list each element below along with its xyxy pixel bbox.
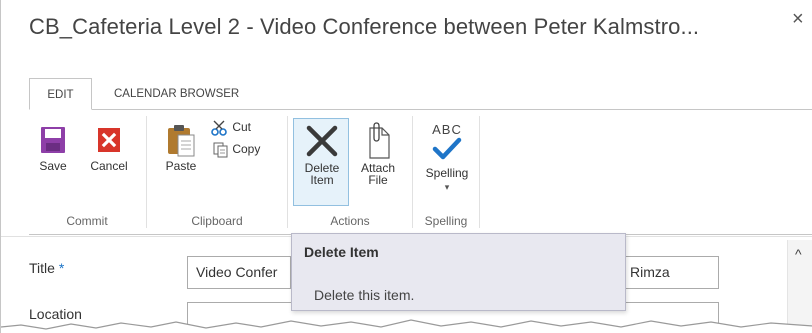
- actions-group: Delete Item Attach File Actions: [288, 110, 412, 234]
- spelling-group-label: Spelling: [424, 214, 468, 228]
- cancel-label: Cancel: [90, 159, 128, 173]
- save-button[interactable]: Save: [35, 126, 71, 172]
- title-label-text: Title: [29, 260, 55, 276]
- ribbon: Save Cancel Commit Paste Cut Copy Clipbo…: [29, 109, 812, 235]
- group-divider: [479, 116, 480, 228]
- cancel-button[interactable]: Cancel: [87, 126, 131, 172]
- torn-edge-decoration: [1, 319, 812, 333]
- scissors-icon: [211, 120, 227, 136]
- title-input-left[interactable]: Video Confer: [187, 256, 291, 289]
- cut-label: Cut: [232, 120, 252, 135]
- paste-button[interactable]: Paste: [161, 122, 201, 172]
- attach-label-line2: File: [368, 173, 388, 187]
- actions-group-label: Actions: [330, 214, 370, 228]
- tab-edit[interactable]: EDIT: [29, 78, 92, 110]
- attach-file-button[interactable]: Attach File: [352, 122, 404, 186]
- cancel-icon: [98, 128, 120, 152]
- tab-calendar-browser[interactable]: CALENDAR BROWSER: [102, 78, 251, 110]
- clipboard-group-label: Clipboard: [191, 214, 243, 228]
- tooltip-body: Delete this item.: [314, 287, 415, 303]
- delete-x-icon: [306, 125, 338, 157]
- paste-icon: [168, 125, 195, 157]
- clipboard-group: Paste Cut Copy Clipboard: [147, 110, 287, 234]
- commit-group: Save Cancel Commit: [29, 110, 145, 234]
- title-field-label: Title *: [29, 260, 64, 276]
- copy-label: Copy: [232, 142, 261, 157]
- paste-label: Paste: [165, 159, 197, 173]
- spelling-button[interactable]: ABC Spelling ▾: [419, 122, 475, 193]
- delete-label-line2: Item: [310, 173, 334, 187]
- commit-group-label: Commit: [66, 214, 108, 228]
- save-label: Save: [39, 159, 67, 173]
- save-icon: [41, 127, 65, 153]
- title-input-right[interactable]: Rimza: [621, 256, 719, 289]
- checkmark-icon: [432, 137, 462, 160]
- delete-item-tooltip: Delete Item Delete this item.: [291, 233, 626, 311]
- spelling-label: Spelling: [425, 166, 469, 180]
- copy-button[interactable]: Copy: [213, 142, 260, 158]
- scroll-up-icon[interactable]: ^: [795, 246, 802, 262]
- close-icon[interactable]: ×: [792, 8, 804, 31]
- spelling-group: ABC Spelling ▾ Spelling: [413, 110, 479, 234]
- cut-button[interactable]: Cut: [211, 120, 251, 136]
- edit-item-dialog: CB_Cafeteria Level 2 - Video Conference …: [0, 0, 812, 333]
- dialog-title: CB_Cafeteria Level 2 - Video Conference …: [29, 14, 700, 39]
- dropdown-arrow-icon[interactable]: ▾: [419, 181, 475, 193]
- required-mark: *: [58, 260, 65, 276]
- abc-text: ABC: [432, 122, 462, 137]
- tooltip-title: Delete Item: [304, 244, 379, 260]
- attach-file-icon: [369, 122, 390, 159]
- delete-item-button[interactable]: Delete Item: [294, 124, 350, 186]
- copy-icon: [213, 142, 228, 158]
